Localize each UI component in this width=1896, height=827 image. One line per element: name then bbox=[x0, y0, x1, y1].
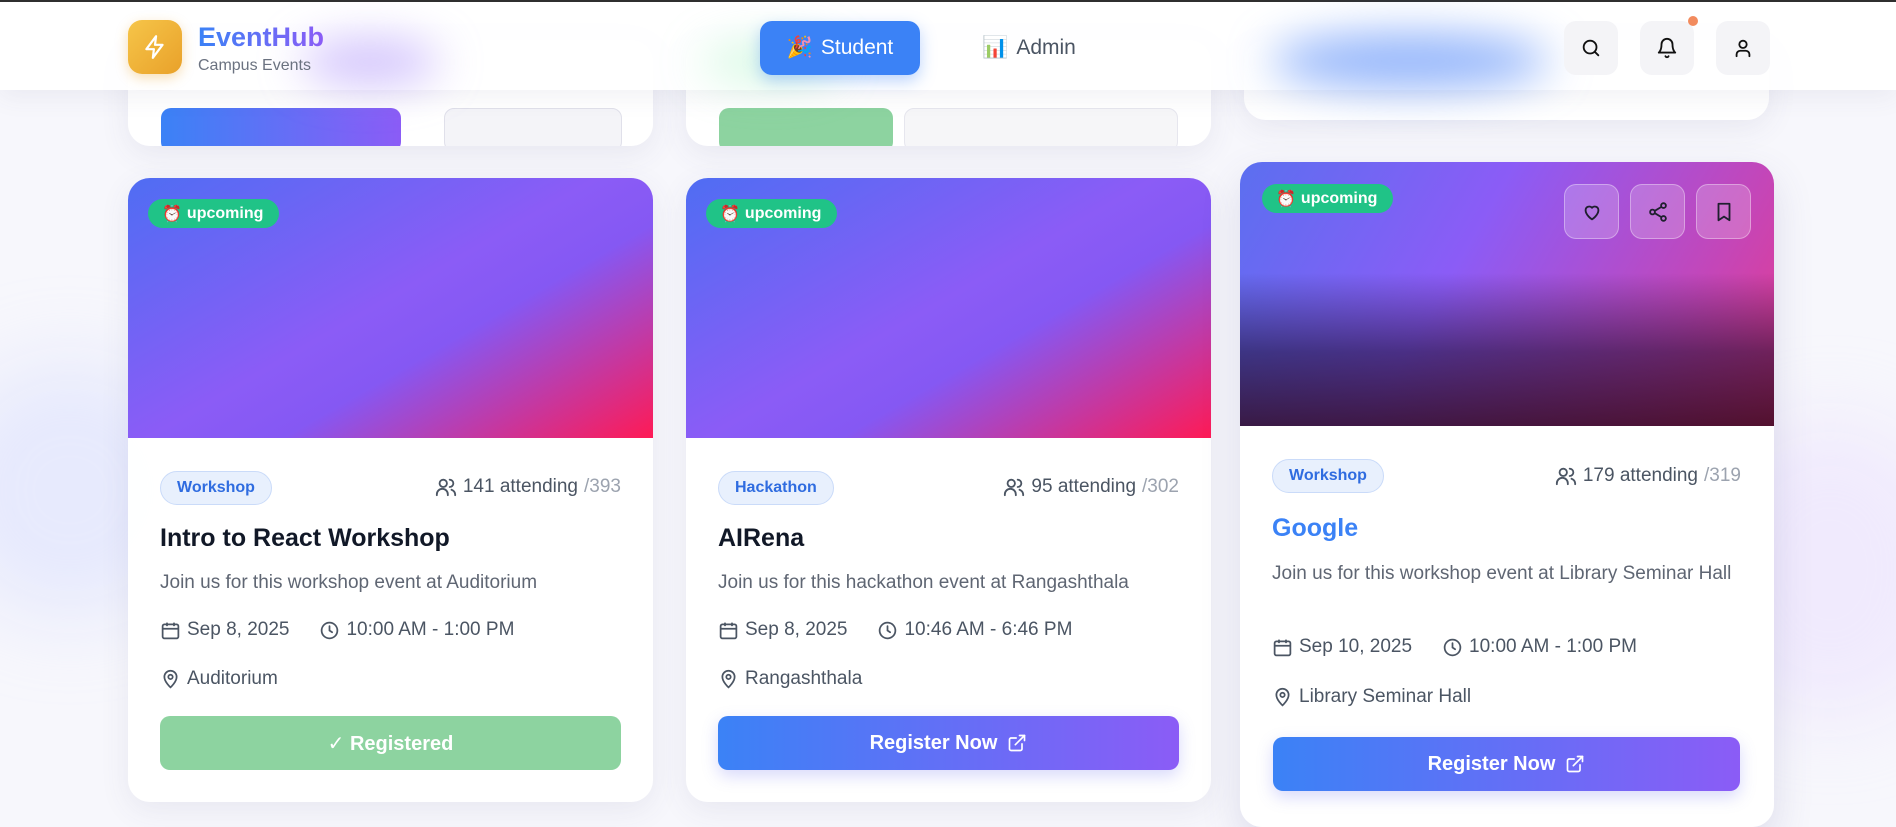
register-button-partial[interactable] bbox=[161, 108, 401, 146]
map-pin-icon bbox=[718, 669, 739, 690]
party-icon: 🎉 bbox=[786, 36, 813, 59]
location-text: Library Seminar Hall bbox=[1299, 686, 1472, 707]
event-card[interactable]: ⏰ upcoming Workshop 179 attending/319 Go… bbox=[1240, 162, 1774, 827]
event-title: Intro to React Workshop bbox=[160, 524, 450, 552]
event-banner: ⏰ upcoming bbox=[686, 178, 1211, 438]
feedback-button-partial[interactable] bbox=[444, 108, 622, 146]
event-location: Library Seminar Hall bbox=[1272, 686, 1471, 708]
alarm-clock-icon: ⏰ bbox=[1276, 190, 1296, 208]
category-badge: Hackathon bbox=[718, 471, 834, 505]
event-card[interactable]: ⏰ upcoming Workshop 141 attending/393 In… bbox=[128, 178, 653, 802]
status-label: upcoming bbox=[1300, 189, 1378, 207]
event-description: Join us for this workshop event at Audit… bbox=[160, 572, 538, 593]
status-badge: ⏰ upcoming bbox=[706, 199, 838, 228]
alarm-clock-icon: ⏰ bbox=[162, 205, 182, 223]
event-date: Sep 10, 2025 bbox=[1299, 636, 1413, 657]
event-time: 10:46 AM - 6:46 PM bbox=[904, 619, 1073, 640]
attending-text: 95 attending bbox=[1031, 476, 1137, 497]
brand-title: EventHub bbox=[198, 22, 325, 52]
notification-dot bbox=[1688, 16, 1698, 26]
register-label: Register Now bbox=[1427, 752, 1556, 775]
tab-label: Admin bbox=[1016, 36, 1076, 59]
top-navigation: EventHub Campus Events 🎉 Student 📊 Admin bbox=[0, 0, 1896, 90]
tab-student[interactable]: 🎉 Student bbox=[760, 21, 920, 75]
registered-button-partial[interactable] bbox=[719, 108, 893, 146]
attendance-count: 95 attending/302 bbox=[1003, 476, 1179, 498]
event-banner: ⏰ upcoming bbox=[1240, 162, 1774, 426]
logo[interactable] bbox=[128, 20, 182, 74]
category-badge: Workshop bbox=[160, 471, 272, 505]
capacity-text: /319 bbox=[1704, 465, 1741, 486]
event-location: Rangashthala bbox=[718, 668, 862, 690]
event-description: Join us for this workshop event at Libra… bbox=[1272, 563, 1732, 584]
status-label: upcoming bbox=[744, 204, 822, 222]
attending-text: 141 attending bbox=[462, 476, 579, 497]
external-link-icon bbox=[1565, 754, 1585, 774]
user-icon bbox=[1732, 37, 1754, 59]
users-icon bbox=[1555, 465, 1577, 487]
event-description: Join us for this hackathon event at Rang… bbox=[718, 572, 1129, 593]
notifications-button[interactable] bbox=[1640, 21, 1694, 75]
location-text: Auditorium bbox=[187, 668, 278, 689]
event-banner: ⏰ upcoming bbox=[128, 178, 653, 438]
registered-button[interactable]: ✓ Registered bbox=[160, 716, 621, 770]
attending-text: 179 attending bbox=[1582, 465, 1699, 486]
event-card[interactable]: ⏰ upcoming Hackathon 95 attending/302 AI… bbox=[686, 178, 1211, 802]
lightning-icon bbox=[142, 34, 168, 60]
event-title: AIRena bbox=[718, 524, 805, 552]
event-location: Auditorium bbox=[160, 668, 278, 690]
feedback-submitted-button-partial[interactable] bbox=[904, 108, 1178, 146]
event-time: 10:00 AM - 1:00 PM bbox=[1469, 636, 1637, 657]
clock-icon bbox=[319, 620, 340, 641]
share-icon bbox=[1647, 201, 1669, 223]
capacity-text: /393 bbox=[584, 476, 621, 497]
calendar-icon bbox=[1272, 637, 1293, 658]
category-badge: Workshop bbox=[1272, 459, 1384, 493]
event-date: Sep 8, 2025 bbox=[745, 619, 848, 640]
bookmark-icon bbox=[1713, 201, 1735, 223]
bookmark-button[interactable] bbox=[1696, 184, 1751, 239]
tab-label: Student bbox=[820, 36, 894, 59]
capacity-text: /302 bbox=[1142, 476, 1179, 497]
brand-subtitle: Campus Events bbox=[198, 57, 311, 74]
external-link-icon bbox=[1007, 733, 1027, 753]
alarm-clock-icon: ⏰ bbox=[720, 205, 740, 223]
chart-icon: 📊 bbox=[982, 36, 1009, 59]
calendar-icon bbox=[160, 620, 181, 641]
event-datetime: Sep 10, 2025 10:00 AM - 1:00 PM bbox=[1272, 636, 1637, 658]
register-now-button[interactable]: Register Now bbox=[1273, 737, 1740, 791]
status-badge: ⏰ upcoming bbox=[1262, 184, 1394, 213]
clock-icon bbox=[877, 620, 898, 641]
tab-admin[interactable]: 📊 Admin bbox=[964, 21, 1094, 75]
users-icon bbox=[435, 476, 457, 498]
calendar-icon bbox=[718, 620, 739, 641]
register-now-button[interactable]: Register Now bbox=[718, 716, 1179, 770]
share-button[interactable] bbox=[1630, 184, 1685, 239]
event-title[interactable]: Google bbox=[1272, 514, 1358, 543]
attendance-count: 179 attending/319 bbox=[1555, 465, 1741, 487]
map-pin-icon bbox=[1272, 687, 1293, 708]
location-text: Rangashthala bbox=[745, 668, 863, 689]
status-label: upcoming bbox=[186, 204, 264, 222]
event-time: 10:00 AM - 1:00 PM bbox=[346, 619, 515, 640]
register-label: Register Now bbox=[869, 731, 998, 754]
event-datetime: Sep 8, 2025 10:46 AM - 6:46 PM bbox=[718, 619, 1072, 641]
users-icon bbox=[1003, 476, 1025, 498]
search-icon bbox=[1580, 37, 1602, 59]
bell-icon bbox=[1656, 37, 1678, 59]
profile-button[interactable] bbox=[1716, 21, 1770, 75]
event-date: Sep 8, 2025 bbox=[187, 619, 290, 640]
search-button[interactable] bbox=[1564, 21, 1618, 75]
status-badge: ⏰ upcoming bbox=[148, 199, 280, 228]
map-pin-icon bbox=[160, 669, 181, 690]
event-datetime: Sep 8, 2025 10:00 AM - 1:00 PM bbox=[160, 619, 514, 641]
favorite-button[interactable] bbox=[1564, 184, 1619, 239]
attendance-count: 141 attending/393 bbox=[435, 476, 621, 498]
clock-icon bbox=[1442, 637, 1463, 658]
heart-icon bbox=[1581, 201, 1603, 223]
nav-glow bbox=[1270, 34, 1550, 88]
